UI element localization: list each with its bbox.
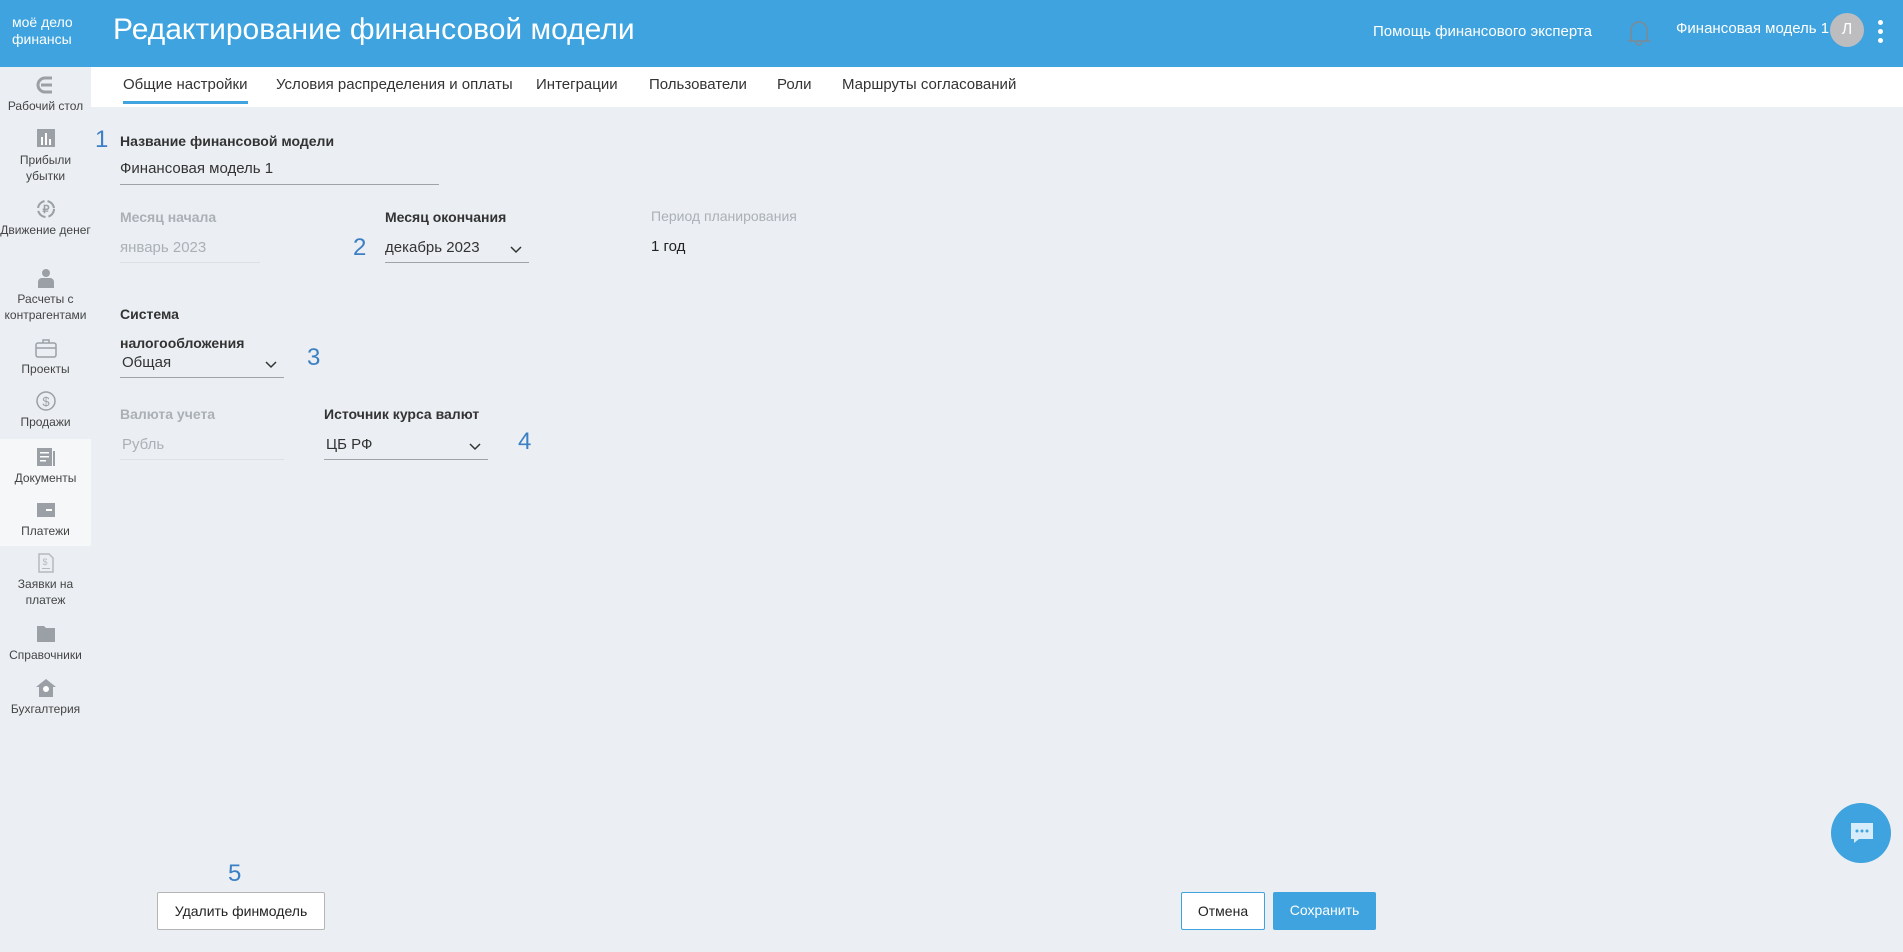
marker-4: 4 (518, 428, 532, 455)
chart-icon (36, 129, 55, 147)
page-title: Редактирование финансовой модели (113, 13, 635, 46)
logo[interactable]: моё дело финансы (12, 14, 73, 48)
sidebar-item-accounting[interactable]: Бухгалтерия (0, 678, 91, 717)
sidebar-item-label: Продажи (20, 415, 71, 429)
svg-text:$: $ (42, 394, 50, 409)
person-icon (37, 269, 54, 288)
sidebar-item-cashflow[interactable]: ₽ Движение денег (0, 199, 91, 238)
tax-system-value: Общая (122, 354, 172, 371)
current-model-name[interactable]: Финансовая модель 1 (1676, 20, 1829, 37)
ruble-cycle-icon: ₽ (36, 200, 55, 218)
sidebar-item-label: Документы (14, 471, 77, 485)
desktop-icon (36, 76, 52, 94)
currency-select: Рубль (120, 436, 284, 460)
end-month-select[interactable]: декабрь 2023 (385, 239, 529, 263)
sidebar-item-label: Расчеты с контрагентами (4, 292, 87, 322)
sidebar-item-sales[interactable]: $ Продажи (0, 391, 91, 430)
start-month-value: январь 2023 (120, 239, 207, 256)
chevron-down-icon (265, 361, 277, 369)
expert-help-link[interactable]: Помощь финансового эксперта (1373, 23, 1592, 40)
chat-icon (1851, 823, 1873, 843)
sidebar-item-label: Платежи (21, 524, 70, 538)
model-name-input[interactable]: Финансовая модель 1 (120, 160, 439, 185)
sidebar-item-desktop[interactable]: Рабочий стол (0, 75, 91, 114)
model-name-value: Финансовая модель 1 (120, 160, 274, 177)
sidebar-item-references[interactable]: Справочники (0, 624, 91, 663)
tab-approval-routes[interactable]: Маршруты согласований (842, 76, 1016, 93)
sidebar-item-payments[interactable]: Платежи (0, 500, 91, 539)
tab-distribution[interactable]: Условия распределения и оплаты (276, 76, 513, 93)
marker-2: 2 (353, 234, 367, 261)
chevron-down-icon (469, 443, 481, 451)
tab-users[interactable]: Пользователи (649, 76, 747, 93)
chat-button[interactable] (1831, 803, 1891, 863)
tab-roles[interactable]: Роли (777, 76, 812, 93)
rate-source-value: ЦБ РФ (326, 436, 373, 453)
sidebar-item-documents[interactable]: Документы (0, 447, 91, 486)
sidebar-item-label: Заявки на платеж (17, 577, 74, 607)
chevron-down-icon (510, 246, 522, 254)
wallet-icon (36, 503, 55, 517)
briefcase-icon (34, 339, 57, 358)
model-name-label: Название финансовой модели (120, 133, 335, 149)
marker-5: 5 (228, 860, 242, 887)
svg-text:$: $ (42, 557, 47, 567)
tab-integrations[interactable]: Интеграции (536, 76, 618, 93)
sidebar-item-label: Рабочий стол (7, 99, 84, 113)
svg-text:₽: ₽ (42, 204, 49, 216)
house-icon (35, 679, 56, 697)
invoice-icon: $ (37, 553, 54, 573)
cancel-button[interactable]: Отмена (1181, 892, 1265, 930)
rate-source-select[interactable]: ЦБ РФ (324, 436, 488, 460)
bell-icon[interactable] (1626, 17, 1652, 47)
tax-system-label: Система налогообложения (120, 306, 245, 351)
folder-icon (36, 626, 55, 642)
sidebar-item-contractors[interactable]: Расчеты с контрагентами (0, 268, 91, 323)
marker-3: 3 (307, 344, 321, 371)
sidebar-item-label: Проекты (21, 362, 70, 376)
tab-bar: Общие настройки Условия распределения и … (91, 67, 1903, 107)
sidebar-item-profit[interactable]: Прибыли убытки (0, 129, 91, 184)
tab-general[interactable]: Общие настройки (123, 76, 248, 104)
tax-system-select[interactable]: Общая (120, 354, 284, 378)
sidebar-item-payment-requests[interactable]: $ Заявки на платеж (0, 553, 91, 608)
document-icon (36, 448, 55, 466)
period-value: 1 год (651, 238, 686, 255)
more-menu-icon[interactable] (1876, 20, 1884, 44)
currency-value: Рубль (122, 436, 165, 453)
logo-line-1: моё дело (12, 14, 73, 30)
sidebar-item-label: Справочники (9, 648, 82, 662)
logo-line-2: финансы (12, 31, 72, 47)
marker-1: 1 (95, 126, 109, 153)
rate-source-label: Источник курса валют (324, 406, 480, 422)
sidebar: Рабочий стол Прибыли убытки ₽ Движение д… (0, 67, 91, 952)
start-month-select: январь 2023 (120, 239, 260, 263)
sidebar-item-projects[interactable]: Проекты (0, 338, 91, 377)
dollar-icon: $ (35, 391, 56, 411)
app-header: моё дело финансы Редактирование финансово… (0, 0, 1903, 67)
period-label: Период планирования (651, 208, 797, 224)
end-month-value: декабрь 2023 (385, 239, 480, 256)
save-button[interactable]: Сохранить (1273, 892, 1376, 930)
delete-model-button[interactable]: Удалить финмодель (157, 892, 325, 930)
sidebar-item-label: Движение денег (0, 223, 91, 237)
start-month-label: Месяц начала (120, 209, 217, 225)
sidebar-item-label: Бухгалтерия (10, 702, 81, 716)
currency-label: Валюта учета (120, 406, 216, 422)
avatar[interactable]: Л (1830, 13, 1864, 47)
end-month-label: Месяц окончания (385, 209, 507, 225)
sidebar-item-label: Прибыли убытки (19, 153, 72, 183)
